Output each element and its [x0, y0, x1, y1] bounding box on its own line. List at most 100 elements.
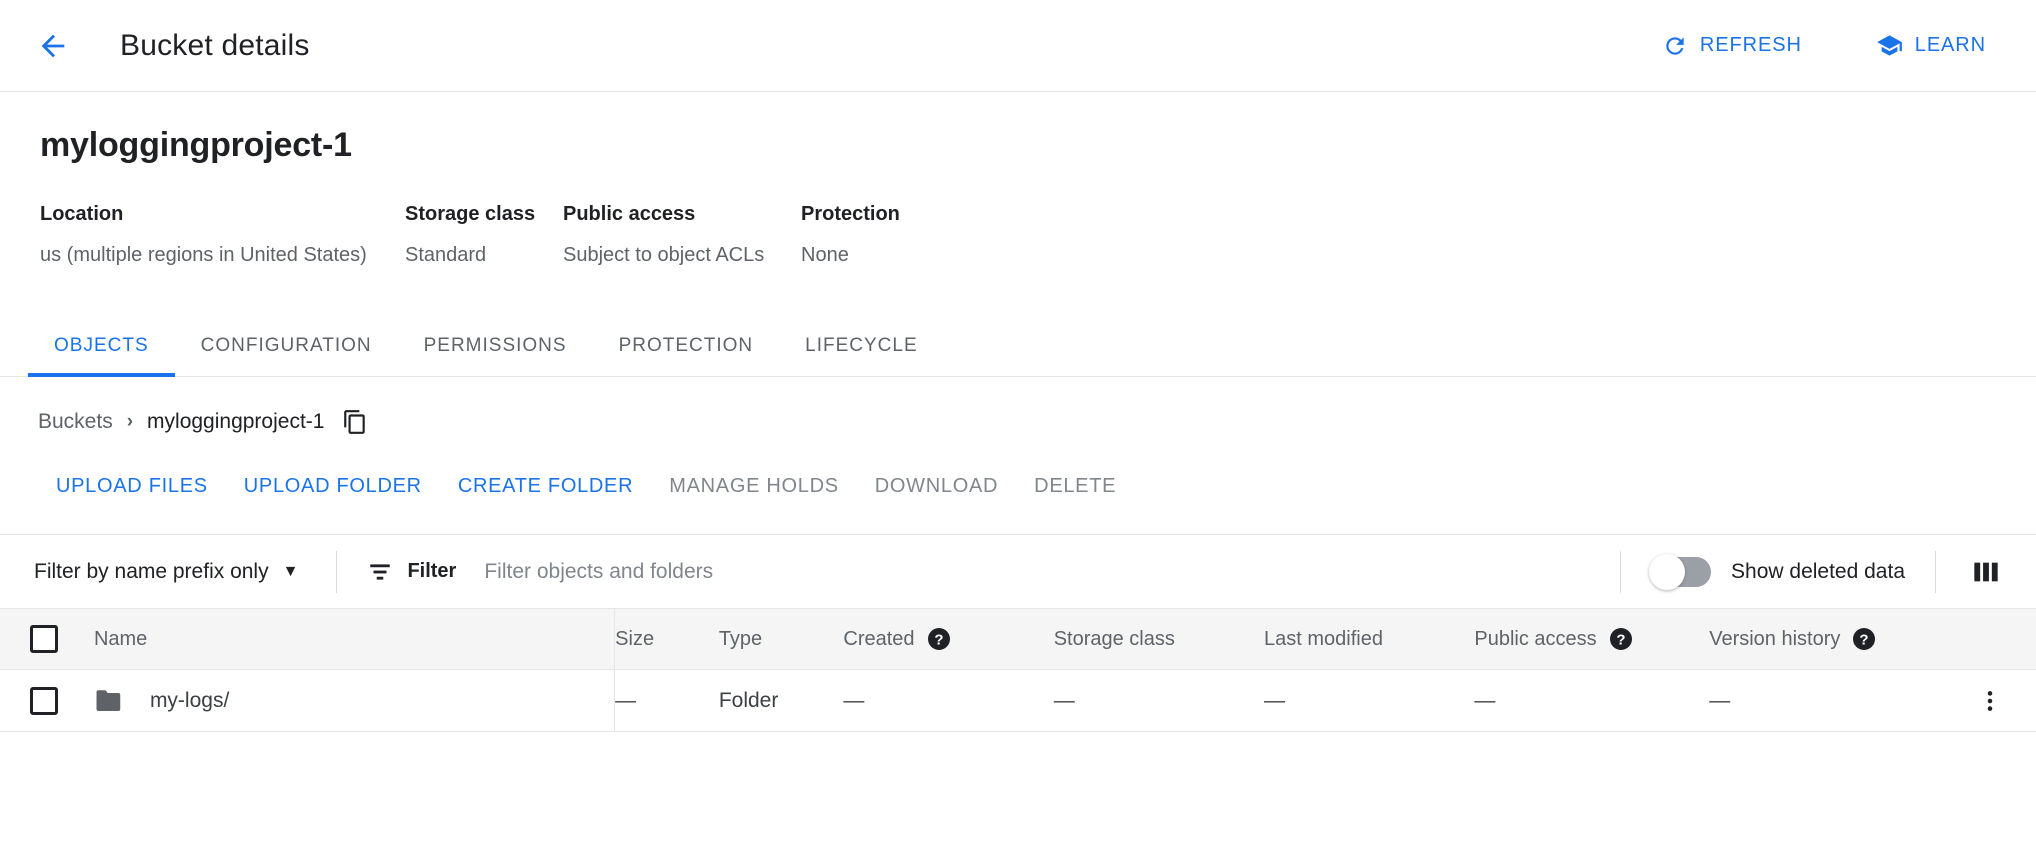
row-public-access-cell: —	[1474, 670, 1709, 732]
row-size-cell: —	[615, 670, 719, 732]
delete-button: DELETE	[1016, 465, 1134, 508]
metadata-label: Storage class	[405, 203, 563, 226]
filter-label: Filter	[407, 560, 456, 583]
table-body: my-logs/ — Folder — — — — —	[0, 670, 2036, 732]
row-menu-cell	[1944, 670, 2036, 732]
create-folder-button[interactable]: CREATE FOLDER	[440, 465, 651, 508]
download-button: DOWNLOAD	[857, 465, 1016, 508]
header-size[interactable]: Size	[615, 609, 719, 670]
page-title: Bucket details	[120, 29, 310, 63]
graduation-cap-icon	[1876, 32, 1903, 59]
header-type[interactable]: Type	[719, 609, 844, 670]
metadata-public-access: Public access Subject to object ACLs	[563, 203, 801, 267]
row-type-cell: Folder	[719, 670, 844, 732]
show-deleted-data-toggle[interactable]: Show deleted data	[1651, 557, 1905, 587]
tab-bar: OBJECTS CONFIGURATION PERMISSIONS PROTEC…	[0, 315, 2036, 377]
tab-lifecycle[interactable]: LIFECYCLE	[779, 335, 943, 377]
select-all-checkbox[interactable]	[30, 625, 58, 653]
filter-button[interactable]: Filter	[367, 559, 456, 585]
tab-protection[interactable]: PROTECTION	[593, 335, 780, 377]
help-icon[interactable]: ?	[1852, 627, 1876, 651]
row-version-history-cell: —	[1709, 670, 1944, 732]
divider	[1620, 551, 1621, 593]
svg-text:?: ?	[1616, 632, 1625, 649]
filter-mode-label: Filter by name prefix only	[34, 560, 269, 584]
metadata-value: Subject to object ACLs	[563, 244, 801, 267]
manage-holds-button: MANAGE HOLDS	[651, 465, 857, 508]
help-icon[interactable]: ?	[1609, 627, 1633, 651]
bucket-metadata-row: Location us (multiple regions in United …	[40, 203, 1996, 267]
divider	[336, 551, 337, 593]
row-name-label[interactable]: my-logs/	[150, 689, 229, 713]
learn-label: LEARN	[1915, 34, 1986, 57]
table-header-row: Name Size Type Created ? Storage class L…	[0, 609, 2036, 670]
app-bar: Bucket details REFRESH LEARN	[0, 0, 2036, 92]
metadata-label: Public access	[563, 203, 801, 226]
metadata-storage-class: Storage class Standard	[405, 203, 563, 267]
breadcrumb: Buckets › myloggingproject-1	[0, 377, 2036, 435]
filter-input[interactable]	[482, 559, 1042, 585]
header-public-access-label: Public access	[1474, 628, 1596, 651]
metadata-value: Standard	[405, 244, 563, 267]
column-display-options-button[interactable]	[1966, 553, 2006, 591]
row-checkbox[interactable]	[30, 687, 58, 715]
bucket-details-page: Bucket details REFRESH LEARN myloggingpr…	[0, 0, 2036, 858]
header-created-label: Created	[843, 628, 914, 651]
header-name[interactable]: Name	[94, 609, 615, 670]
show-deleted-data-label: Show deleted data	[1731, 560, 1905, 584]
header-version-history-label: Version history	[1709, 628, 1840, 651]
refresh-button[interactable]: REFRESH	[1648, 23, 1816, 69]
divider	[1935, 551, 1936, 593]
header-version-history[interactable]: Version history ?	[1709, 609, 1944, 670]
refresh-label: REFRESH	[1700, 34, 1802, 57]
folder-icon	[94, 688, 124, 714]
row-created-cell: —	[843, 670, 1053, 732]
bucket-summary: myloggingproject-1 Location us (multiple…	[0, 92, 2036, 267]
bucket-name: myloggingproject-1	[40, 126, 1996, 165]
row-more-options-button[interactable]	[1944, 688, 2036, 714]
row-name-cell: my-logs/	[94, 670, 615, 732]
header-last-modified[interactable]: Last modified	[1264, 609, 1474, 670]
filter-mode-dropdown[interactable]: Filter by name prefix only ▼	[26, 554, 306, 590]
refresh-icon	[1662, 33, 1688, 59]
header-public-access[interactable]: Public access ?	[1474, 609, 1709, 670]
metadata-label: Location	[40, 203, 405, 226]
row-last-modified-cell: —	[1264, 670, 1474, 732]
arrow-left-icon	[36, 29, 70, 63]
svg-text:?: ?	[1860, 632, 1869, 649]
chevron-down-icon: ▼	[283, 563, 299, 581]
metadata-value: None	[801, 244, 1001, 267]
column-display-options-icon	[1972, 559, 2000, 585]
back-button[interactable]	[26, 19, 80, 73]
tab-objects[interactable]: OBJECTS	[28, 335, 175, 377]
breadcrumb-separator-icon: ›	[127, 411, 133, 433]
row-select-cell	[0, 670, 94, 732]
more-vert-icon	[1977, 688, 2003, 714]
table-header: Name Size Type Created ? Storage class L…	[0, 609, 2036, 670]
help-icon[interactable]: ?	[927, 627, 951, 651]
metadata-location: Location us (multiple regions in United …	[40, 203, 405, 267]
metadata-protection: Protection None	[801, 203, 1001, 267]
breadcrumb-buckets[interactable]: Buckets	[38, 410, 113, 434]
objects-table: Name Size Type Created ? Storage class L…	[0, 608, 2036, 732]
toggle-track	[1651, 557, 1711, 587]
upload-files-button[interactable]: UPLOAD FILES	[38, 465, 226, 508]
toggle-knob	[1649, 554, 1685, 590]
table-row[interactable]: my-logs/ — Folder — — — — —	[0, 670, 2036, 732]
header-created[interactable]: Created ?	[843, 609, 1053, 670]
metadata-label: Protection	[801, 203, 1001, 226]
row-storage-class-cell: —	[1054, 670, 1264, 732]
filter-icon	[367, 559, 393, 585]
upload-folder-button[interactable]: UPLOAD FOLDER	[226, 465, 440, 508]
svg-text:?: ?	[934, 632, 943, 649]
filter-bar: Filter by name prefix only ▼ Filter Show…	[0, 534, 2036, 608]
tab-configuration[interactable]: CONFIGURATION	[175, 335, 398, 377]
learn-button[interactable]: LEARN	[1862, 22, 2000, 69]
copy-icon	[342, 409, 368, 435]
header-storage-class[interactable]: Storage class	[1054, 609, 1264, 670]
header-row-menu	[1944, 609, 2036, 670]
tab-permissions[interactable]: PERMISSIONS	[398, 335, 593, 377]
copy-bucket-name-button[interactable]	[342, 409, 368, 435]
metadata-value: us (multiple regions in United States)	[40, 244, 405, 267]
object-actions-toolbar: UPLOAD FILES UPLOAD FOLDER CREATE FOLDER…	[0, 435, 2036, 508]
